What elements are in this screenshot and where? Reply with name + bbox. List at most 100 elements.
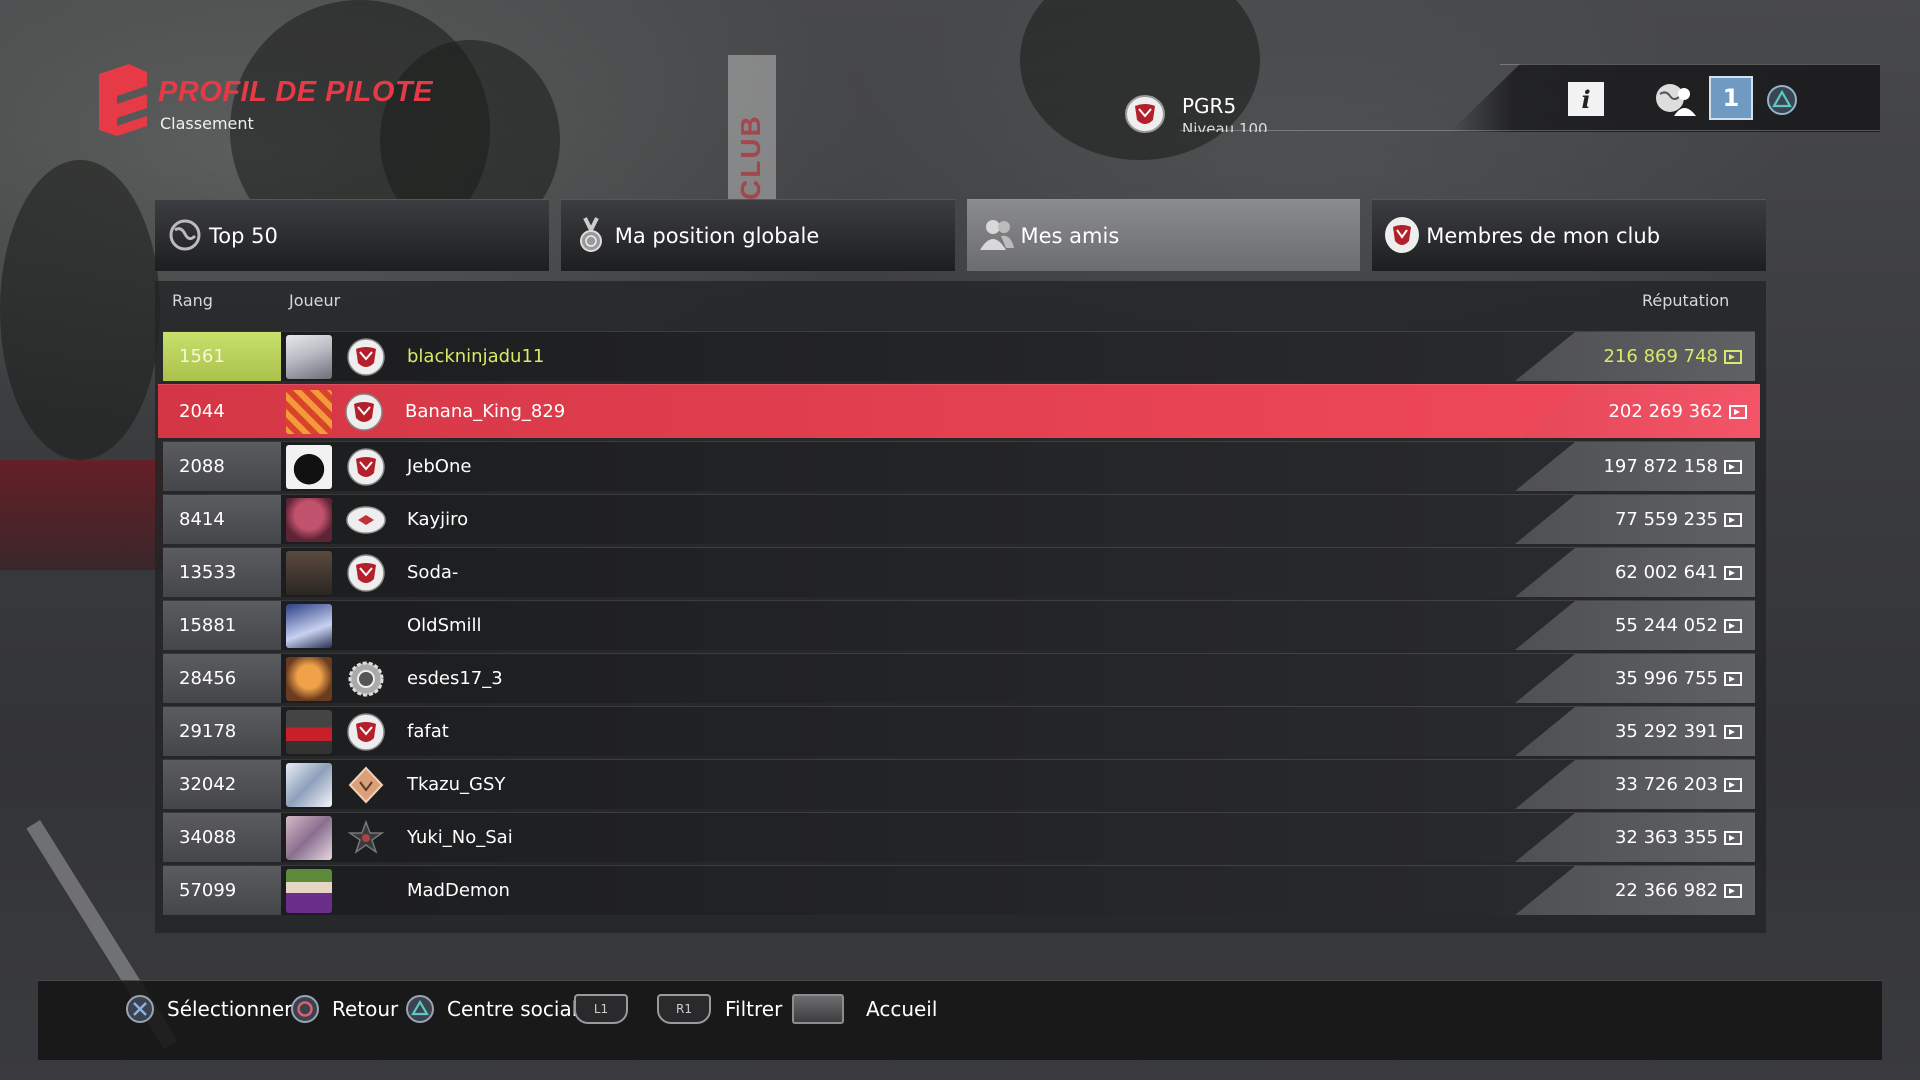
table-row[interactable]: 13533 Soda- 62 002 641 [163,547,1755,597]
player-name: Kayjiro [407,509,469,530]
reputation-number: 216 869 748 [1603,346,1718,367]
tab-global-position[interactable]: Ma position globale [560,199,955,271]
hint-home[interactable]: Accueil [792,992,937,1026]
hint-filter[interactable]: R1 Filtrer [657,992,782,1026]
tab-club-members[interactable]: Membres de mon club [1372,199,1766,271]
reputation-number: 35 996 755 [1614,668,1718,689]
hint-social-center[interactable]: Centre social [405,992,577,1026]
table-row[interactable]: 28456 esdes17_3 35 996 755 [163,653,1755,703]
player-avatar [286,869,332,913]
player-name: esdes17_3 [407,668,503,689]
hint-label: Centre social [447,997,578,1021]
table-row[interactable]: 2088 JebOne 197 872 158 [163,441,1755,491]
reputation-value: 35 292 391 [1615,707,1743,756]
player-avatar [286,604,332,648]
reputation-number: 77 559 235 [1614,509,1718,530]
club-emblem-icon [346,819,386,857]
player-avatar [286,763,332,807]
tab-label: Membres de mon club [1426,223,1661,248]
reputation-value: 32 363 355 [1615,813,1743,862]
info-button[interactable]: i [1568,82,1604,116]
table-row[interactable]: 57099 MadDemon 22 366 982 [163,865,1755,915]
touchpad-icon [792,994,844,1024]
row-rank: 8414 [163,495,281,544]
table-row[interactable]: 2044 Banana_King_829 202 269 362 [158,384,1760,438]
club-emblem-icon [346,554,386,592]
reputation-icon [1724,349,1742,364]
row-rank: 29178 [163,707,281,756]
table-row[interactable]: 34088 Yuki_No_Sai 32 363 355 [163,812,1755,862]
medal-icon [579,217,602,252]
tab-top-50[interactable]: Top 50 [155,199,549,271]
tab-friends[interactable]: Mes amis [966,199,1361,271]
cross-button-icon [126,995,154,1023]
page-title: PROFIL DE PILOTE [158,76,433,108]
reputation-value: 202 269 362 [1608,385,1748,438]
reputation-value: 197 872 158 [1603,442,1743,491]
tab-label: Mes amis [1020,223,1120,248]
club-emblem-icon [344,393,384,431]
reputation-number: 32 363 355 [1614,827,1718,848]
player-name: MadDemon [407,880,510,901]
track-barrier [0,460,170,570]
globe-icon [169,219,201,251]
hint-select[interactable]: Sélectionner [125,992,292,1026]
friends-icon [979,220,1014,250]
row-rank: 15881 [163,601,281,650]
social-globe-icon[interactable] [1654,80,1698,118]
reputation-value: 77 559 235 [1615,495,1743,544]
triangle-button-icon[interactable] [1766,84,1798,116]
tree-silhouette [0,160,160,460]
hint-label: Accueil [866,997,938,1021]
tab-label: Top 50 [209,223,278,248]
player-name: Yuki_No_Sai [407,827,513,848]
reputation-icon [1724,618,1742,633]
player-name: Banana_King_829 [405,401,566,422]
player-avatar [286,498,332,542]
hint-l1[interactable]: L1 [574,992,628,1026]
player-avatar [286,335,332,379]
player-club-badge-icon [1125,95,1165,133]
player-name: Tkazu_GSY [407,774,506,795]
leaderboard-tabs: Top 50 Ma position globale Mes amis Memb… [155,199,1766,273]
reputation-number: 33 726 203 [1614,774,1718,795]
player-name: OldSmill [407,615,482,636]
row-rank: 1561 [163,332,281,381]
player-name: Soda- [407,562,459,583]
notification-count[interactable]: 1 [1709,76,1753,120]
hint-label: Sélectionner [167,997,293,1021]
reputation-number: 197 872 158 [1603,456,1718,477]
player-avatar [286,551,332,595]
hint-label: Retour [332,997,399,1021]
reputation-value: 22 366 982 [1615,866,1743,915]
table-row[interactable]: 8414 Kayjiro 77 559 235 [163,494,1755,544]
table-row[interactable]: 1561 blackninjadu11 216 869 748 [163,331,1755,381]
column-header-reputation: Réputation [1642,291,1730,310]
page-subtitle: Classement [160,114,254,133]
player-avatar [286,816,332,860]
player-avatar [286,710,332,754]
driveclub-logo-icon [99,64,147,136]
row-rank: 34088 [163,813,281,862]
player-name: PGR5 [1182,94,1237,118]
circle-button-icon [291,995,319,1023]
table-row[interactable]: 15881 OldSmill 55 244 052 [163,600,1755,650]
divider [1500,64,1880,65]
table-row[interactable]: 29178 fafat 35 292 391 [163,706,1755,756]
hint-label: Filtrer [725,997,783,1021]
hint-back[interactable]: Retour [290,992,398,1026]
player-avatar [286,657,332,701]
row-rank: 32042 [163,760,281,809]
club-emblem-icon [346,713,386,751]
r1-button-icon: R1 [657,994,711,1024]
reputation-icon [1724,512,1742,527]
row-rank: 2044 [179,401,225,422]
player-name: JebOne [407,456,472,477]
column-header-rank: Rang [172,291,213,310]
player-avatar [286,390,332,434]
reputation-icon [1724,830,1742,845]
table-row[interactable]: 32042 Tkazu_GSY 33 726 203 [163,759,1755,809]
club-emblem-icon [346,501,386,539]
reputation-number: 22 366 982 [1614,880,1718,901]
player-name: blackninjadu11 [407,346,545,367]
